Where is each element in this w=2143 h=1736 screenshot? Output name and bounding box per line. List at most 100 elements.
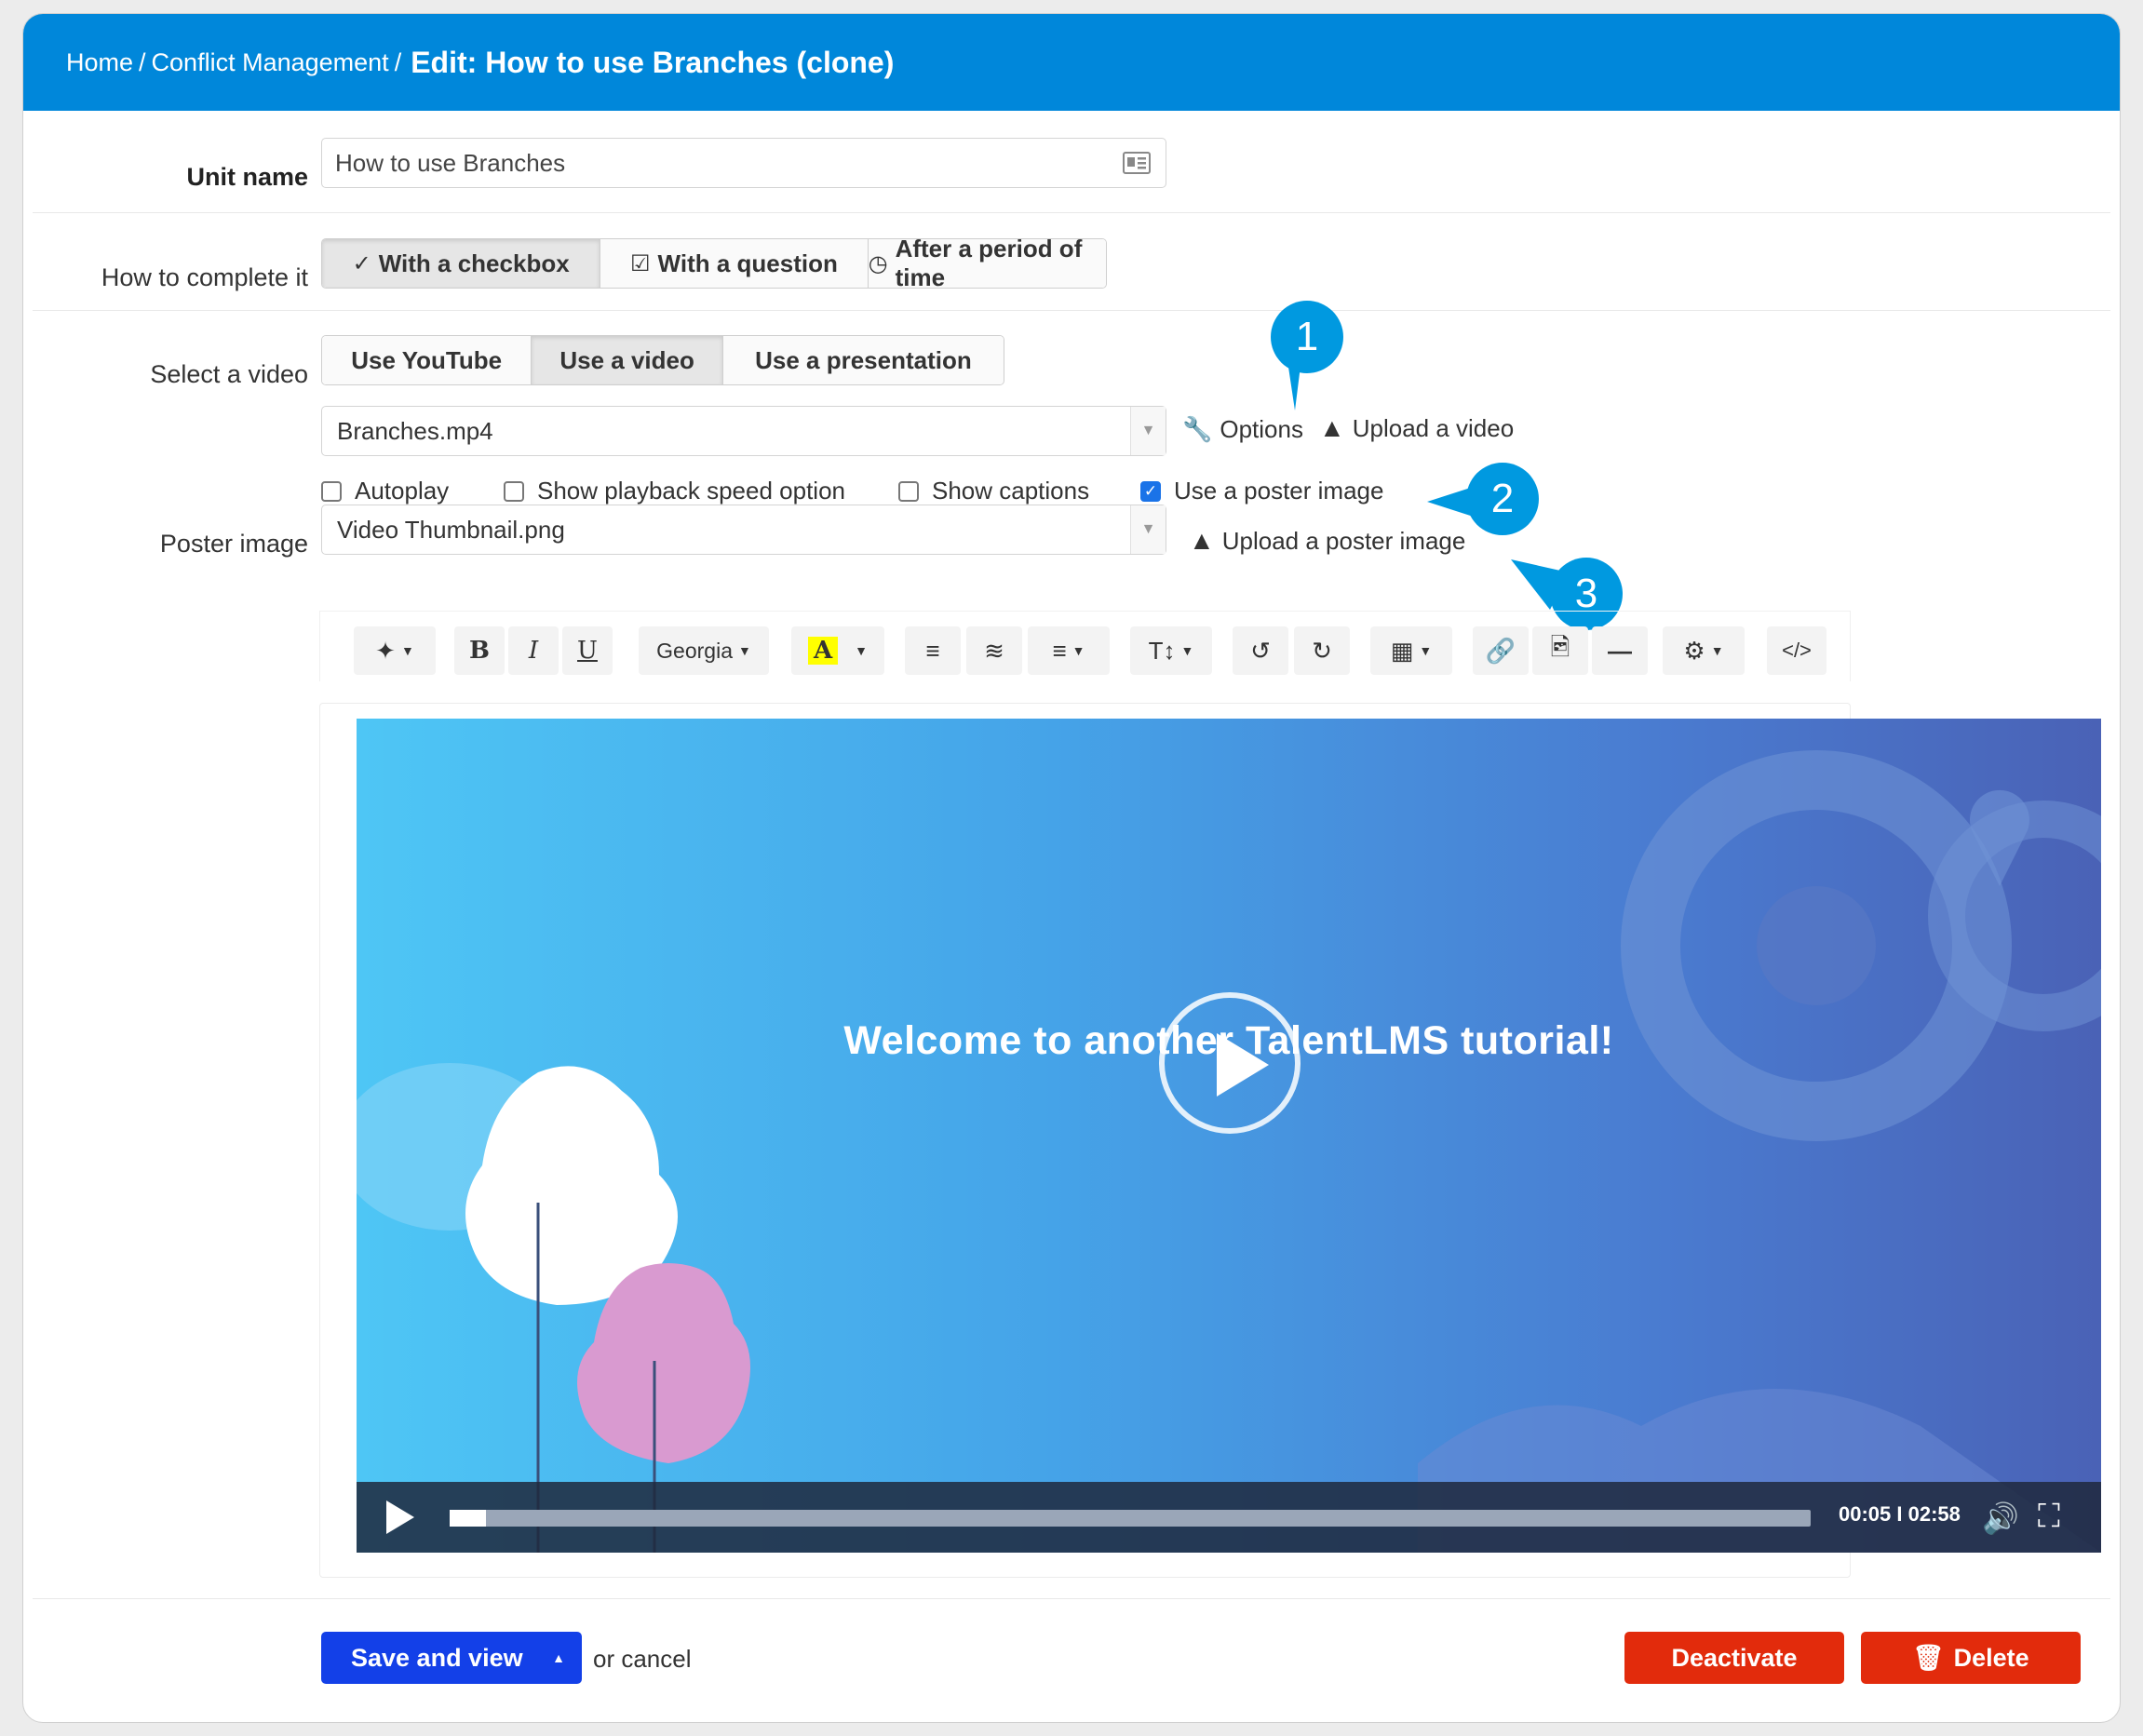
completion-label: How to complete it bbox=[101, 263, 308, 291]
checkbox-label: Autoplay bbox=[355, 477, 450, 505]
unit-name-input[interactable]: How to use Branches bbox=[321, 138, 1166, 188]
callout-1: 1 bbox=[1271, 301, 1343, 373]
clock-icon: ◷ bbox=[868, 250, 888, 276]
font-family-value: Georgia bbox=[656, 638, 733, 663]
caret-down-icon: ▼ bbox=[1419, 643, 1433, 658]
editor-toolbar: ✦ ▼ B I U Georgia ▼ A ▼ ≡ ≋ ≡ ▼ T↕ ▼ ↺ ↻ ▦ ▼ 🔗… bbox=[319, 611, 1851, 681]
caret-down-icon: ▼ bbox=[737, 643, 751, 658]
unit-name-label: Unit name bbox=[186, 163, 308, 191]
text-size-dropdown[interactable]: T↕ ▼ bbox=[1130, 626, 1212, 675]
table-dropdown[interactable]: ▦ ▼ bbox=[1370, 626, 1452, 675]
checkbox-box bbox=[504, 480, 524, 502]
font-family-dropdown[interactable]: Georgia ▼ bbox=[639, 626, 769, 675]
settings-dropdown[interactable]: ⚙ ▼ bbox=[1663, 626, 1745, 675]
checked-box-icon: ☑ bbox=[630, 250, 651, 276]
show-captions-checkbox[interactable]: Show captions bbox=[898, 477, 1089, 505]
undo-button[interactable]: ↺ bbox=[1233, 626, 1288, 675]
caret-down-icon: ▼ bbox=[1710, 643, 1724, 658]
video-player[interactable]: Welcome to another TalentLMS tutorial! 0… bbox=[357, 719, 2101, 1553]
cancel-link[interactable]: or cancel bbox=[593, 1645, 692, 1674]
time-display: 00:05 I 02:58 bbox=[1839, 1502, 1961, 1526]
breadcrumb-home[interactable]: Home bbox=[66, 48, 133, 77]
page-title: Edit: How to use Branches (clone) bbox=[411, 45, 895, 79]
bullet-list-icon: ≡ bbox=[925, 636, 940, 665]
video-file-select[interactable]: Branches.mp4 ▼ bbox=[321, 406, 1166, 456]
volume-icon[interactable]: 🔊 bbox=[1982, 1500, 2019, 1536]
horizontal-rule-button[interactable]: — bbox=[1592, 626, 1648, 675]
poster-file-value: Video Thumbnail.png bbox=[337, 515, 565, 544]
id-card-icon bbox=[1123, 152, 1151, 174]
completion-question-button[interactable]: ☑ With a question bbox=[600, 239, 869, 288]
app-window: Home / Conflict Management / Edit: How t… bbox=[22, 13, 2121, 1723]
fullscreen-icon[interactable]: ⛶ bbox=[2038, 1499, 2060, 1535]
use-video-button[interactable]: Use a video bbox=[532, 336, 723, 384]
checkbox-box bbox=[898, 480, 919, 502]
caret-down-icon: ▼ bbox=[855, 643, 869, 658]
deactivate-button[interactable]: Deactivate bbox=[1624, 1632, 1844, 1684]
link-button[interactable]: 🔗 bbox=[1473, 626, 1529, 675]
undo-icon: ↺ bbox=[1250, 636, 1271, 665]
underline-button[interactable]: U bbox=[562, 626, 613, 675]
chevron-down-icon: ▼ bbox=[1130, 505, 1166, 554]
highlight-icon: A bbox=[807, 637, 839, 665]
completion-checkbox-button[interactable]: ✓ With a checkbox bbox=[322, 239, 601, 288]
code-icon: </> bbox=[1782, 639, 1812, 662]
checkbox-box-checked: ✓ bbox=[1140, 480, 1161, 502]
use-presentation-button[interactable]: Use a presentation bbox=[722, 336, 1004, 384]
image-icon: 🖻 bbox=[1550, 633, 1570, 661]
save-button-label: Save and view bbox=[351, 1643, 523, 1672]
breadcrumb-separator: / bbox=[139, 47, 146, 76]
align-dropdown[interactable]: ≡ ▼ bbox=[1028, 626, 1110, 675]
delete-button[interactable]: 🗑 Delete bbox=[1861, 1632, 2081, 1684]
numbered-list-button[interactable]: ≋ bbox=[966, 626, 1022, 675]
caret-down-icon: ▼ bbox=[1180, 643, 1194, 658]
align-left-icon: ≡ bbox=[1052, 636, 1067, 665]
playback-speed-checkbox[interactable]: Show playback speed option bbox=[504, 477, 845, 505]
poster-image-checkbox[interactable]: ✓ Use a poster image bbox=[1140, 477, 1383, 505]
chevron-down-icon: ▼ bbox=[1130, 407, 1166, 455]
highlight-dropdown[interactable]: A ▼ bbox=[791, 626, 884, 675]
caret-down-icon: ▼ bbox=[1072, 643, 1085, 658]
play-icon[interactable] bbox=[1159, 992, 1301, 1134]
checkbox-label: Show playback speed option bbox=[537, 477, 846, 505]
divider bbox=[33, 310, 2110, 311]
autoplay-checkbox[interactable]: Autoplay bbox=[321, 477, 449, 505]
video-controls: 00:05 I 02:58 🔊 ⛶ bbox=[357, 1482, 2101, 1553]
divider bbox=[33, 212, 2110, 213]
video-file-value: Branches.mp4 bbox=[337, 416, 493, 445]
breadcrumb-separator: / bbox=[394, 47, 402, 76]
completion-option-label: With a checkbox bbox=[378, 249, 570, 277]
checkbox-label: Show captions bbox=[932, 477, 1090, 505]
redo-button[interactable]: ↻ bbox=[1294, 626, 1350, 675]
callout-2: 2 bbox=[1466, 463, 1539, 535]
upload-video-label: Upload a video bbox=[1352, 413, 1515, 442]
use-youtube-button[interactable]: Use YouTube bbox=[322, 336, 532, 384]
insert-image-button[interactable]: 🖻 bbox=[1532, 626, 1588, 675]
italic-button[interactable]: I bbox=[508, 626, 559, 675]
divider bbox=[33, 1598, 2110, 1599]
progress-bar[interactable] bbox=[450, 1510, 1811, 1527]
style-dropdown[interactable]: ✦ ▼ bbox=[354, 626, 436, 675]
caret-up-icon[interactable]: ▲ bbox=[552, 1650, 565, 1665]
completion-group: ✓ With a checkbox ☑ With a question ◷ Af… bbox=[321, 238, 1107, 289]
checkbox-label: Use a poster image bbox=[1174, 477, 1384, 505]
numbered-list-icon: ≋ bbox=[984, 636, 1004, 665]
redo-icon: ↻ bbox=[1312, 636, 1332, 665]
link-icon: 🔗 bbox=[1485, 636, 1516, 665]
bold-button[interactable]: B bbox=[454, 626, 505, 675]
completion-time-button[interactable]: ◷ After a period of time bbox=[868, 238, 1106, 289]
completion-option-label: After a period of time bbox=[895, 238, 1083, 289]
poster-file-select[interactable]: Video Thumbnail.png ▼ bbox=[321, 505, 1166, 555]
code-view-button[interactable]: </> bbox=[1767, 626, 1826, 675]
horizontal-rule-icon: — bbox=[1608, 636, 1632, 665]
bullet-list-button[interactable]: ≡ bbox=[905, 626, 961, 675]
breadcrumb-course[interactable]: Conflict Management bbox=[152, 48, 389, 77]
upload-icon: ▲ bbox=[1189, 526, 1215, 555]
save-and-view-button[interactable]: Save and view ▲ bbox=[321, 1632, 582, 1684]
poster-illustration bbox=[357, 750, 2101, 1553]
unit-name-value: How to use Branches bbox=[335, 148, 566, 177]
breadcrumb: Home / Conflict Management / Edit: How t… bbox=[23, 14, 2120, 111]
poster-label: Poster image bbox=[159, 530, 308, 558]
play-small-icon[interactable] bbox=[386, 1500, 414, 1534]
progress-fill bbox=[450, 1510, 487, 1527]
